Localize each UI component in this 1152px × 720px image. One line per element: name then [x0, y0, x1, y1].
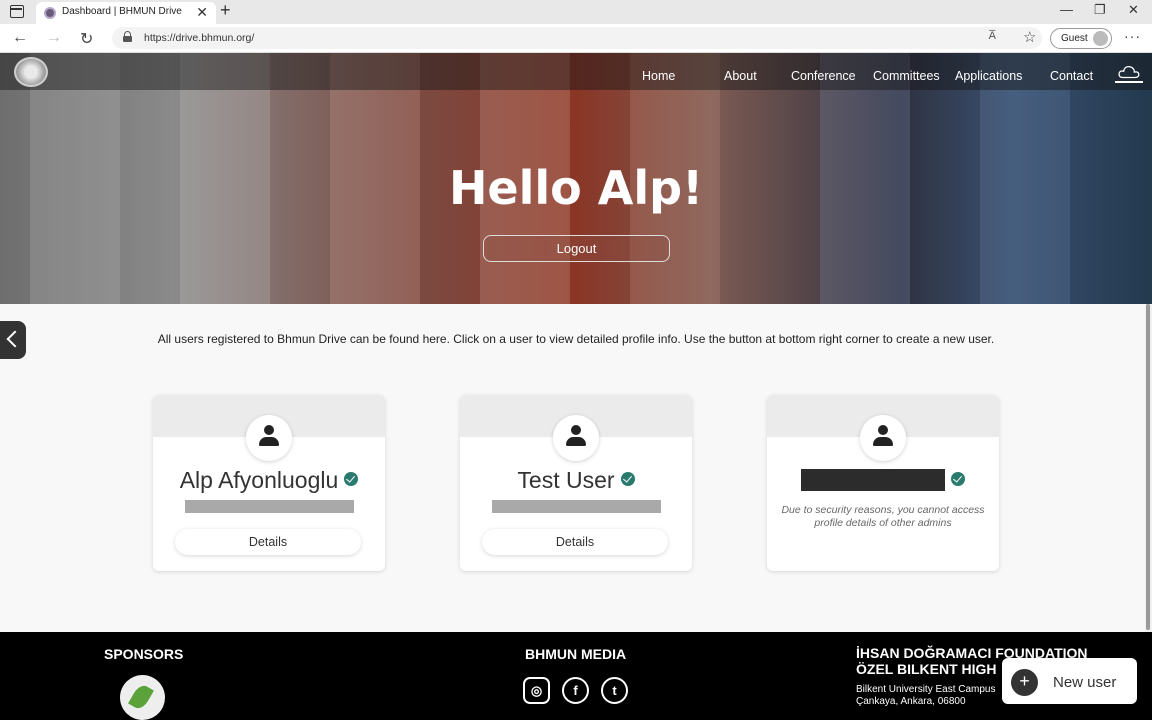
details-button[interactable]: Details: [175, 529, 361, 555]
user-name-row: Test User: [460, 467, 692, 494]
user-card[interactable]: Due to security reasons, you cannot acce…: [767, 395, 999, 571]
url-text[interactable]: https://drive.bhmun.org/: [144, 32, 254, 44]
user-card[interactable]: Test User Details: [460, 395, 692, 571]
greeting-heading: Hello Alp!: [448, 161, 704, 215]
verified-check-icon: [951, 472, 965, 486]
user-card[interactable]: Alp Afyonluoglu Details: [153, 395, 385, 571]
redacted-name-bar: [801, 469, 945, 491]
user-name-row: [767, 467, 999, 494]
hero-banner: Home About Conference Committees Applica…: [0, 53, 1152, 304]
users-panel: All users registered to Bhmun Drive can …: [0, 304, 1145, 632]
new-user-label: New user: [1053, 674, 1117, 691]
browser-tab[interactable]: Dashboard | BHMUN Drive ✕: [36, 2, 216, 24]
forward-icon[interactable]: →: [46, 29, 62, 47]
verified-check-icon: [620, 472, 635, 486]
redacted-email-bar: [492, 500, 661, 513]
user-name: Test User: [517, 467, 615, 493]
tab-title: Dashboard | BHMUN Drive: [62, 6, 182, 17]
favorites-icon[interactable]: ☆: [1023, 28, 1036, 46]
browser-tab-bar: Dashboard | BHMUN Drive ✕ + — ❐ ✕: [0, 0, 1152, 24]
logout-button[interactable]: Logout: [483, 235, 670, 262]
site-navbar: Home About Conference Committees Applica…: [0, 53, 1152, 90]
verified-check-icon: [344, 472, 359, 486]
close-tab-icon[interactable]: ✕: [196, 4, 208, 21]
sponsors-heading: SPONSORS: [104, 646, 184, 662]
plus-icon: +: [1011, 669, 1038, 696]
nav-conference[interactable]: Conference: [791, 69, 856, 83]
users-intro-text: All users registered to Bhmun Drive can …: [157, 332, 995, 346]
nav-applications[interactable]: Applications: [955, 69, 1022, 83]
scrollbar-thumb[interactable]: [1146, 304, 1150, 630]
address-line-2: Çankaya, Ankara, 06800: [856, 696, 966, 707]
user-avatar-icon: [553, 415, 599, 461]
read-aloud-icon[interactable]: A̅: [989, 30, 996, 42]
tab-actions-icon[interactable]: [10, 5, 24, 18]
lock-icon[interactable]: [123, 31, 132, 42]
facebook-icon[interactable]: f: [562, 677, 589, 704]
guest-profile-button[interactable]: Guest: [1050, 28, 1112, 49]
instagram-icon[interactable]: ◎: [523, 677, 550, 704]
redacted-email-bar: [185, 500, 354, 513]
guest-avatar-icon: [1093, 31, 1108, 46]
bhmun-favicon-icon: [44, 7, 56, 19]
address-line-1: Bilkent University East Campus: [856, 684, 996, 695]
page-scrollbar[interactable]: [1145, 304, 1152, 632]
close-window-button[interactable]: ✕: [1128, 2, 1139, 18]
user-name-row: Alp Afyonluoglu: [153, 467, 385, 494]
details-button[interactable]: Details: [482, 529, 668, 555]
site-footer: SPONSORS BHMUN MEDIA ◎ f t İHSAN DOĞRAMA…: [0, 632, 1152, 720]
school-heading: ÖZEL BILKENT HIGH: [856, 661, 997, 677]
new-user-button[interactable]: + New user: [1002, 658, 1137, 704]
user-avatar-icon: [860, 415, 906, 461]
bhmun-logo[interactable]: [14, 57, 48, 87]
media-heading: BHMUN MEDIA: [525, 646, 627, 662]
new-tab-button[interactable]: +: [220, 0, 231, 21]
user-name: Alp Afyonluoglu: [179, 467, 339, 493]
nav-about[interactable]: About: [724, 69, 757, 83]
user-avatar-icon: [246, 415, 292, 461]
minimize-button[interactable]: —: [1060, 2, 1073, 17]
refresh-icon[interactable]: ↻: [80, 29, 93, 49]
guest-label: Guest: [1061, 33, 1088, 44]
nav-contact[interactable]: Contact: [1050, 69, 1093, 83]
back-icon[interactable]: ←: [12, 29, 28, 47]
sponsor-leaf-logo[interactable]: [120, 675, 165, 720]
cloud-icon[interactable]: [1115, 65, 1143, 83]
nav-committees[interactable]: Committees: [873, 69, 940, 83]
more-options-icon[interactable]: ···: [1124, 28, 1141, 44]
nav-home[interactable]: Home: [642, 69, 675, 83]
address-bar[interactable]: https://drive.bhmun.org/ A̅: [112, 27, 1042, 49]
browser-toolbar: ← → ↻ https://drive.bhmun.org/ A̅ ☆ Gues…: [0, 24, 1152, 53]
admin-privacy-notice: Due to security reasons, you cannot acce…: [781, 504, 985, 529]
twitter-icon[interactable]: t: [601, 677, 628, 704]
restore-button[interactable]: ❐: [1094, 2, 1106, 18]
